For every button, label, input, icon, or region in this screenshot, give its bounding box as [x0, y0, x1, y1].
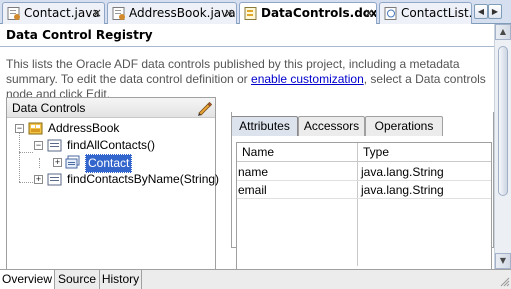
- java-file-icon: [112, 7, 125, 20]
- resize-grip-icon[interactable]: [500, 277, 510, 287]
- enable-customization-link[interactable]: enable customization: [251, 72, 364, 86]
- tab-label: Contact.java: [24, 6, 100, 20]
- cell-type: java.lang.String: [361, 165, 444, 179]
- table-row[interactable]: name java.lang.String: [237, 163, 491, 181]
- tree-item-findallcontacts[interactable]: − findAllContacts(): [7, 137, 215, 154]
- tab-label: AddressBook.java: [129, 6, 236, 20]
- collapse-toggle[interactable]: −: [15, 124, 24, 133]
- page-title: Data Control Registry: [6, 28, 153, 42]
- tree-item-findcontactsbyname[interactable]: + findContactsByName(String): [7, 171, 219, 188]
- expand-toggle[interactable]: +: [34, 175, 43, 184]
- cell-type: java.lang.String: [361, 183, 444, 197]
- collapse-toggle[interactable]: −: [34, 141, 43, 150]
- tab-datacontrols-dcx[interactable]: DataControls.dcx ×: [239, 2, 377, 25]
- datacontrol-icon: [28, 122, 43, 135]
- dcx-file-icon: [244, 7, 257, 20]
- vertical-scrollbar[interactable]: ▲ ▼: [494, 24, 511, 269]
- tab-contact-java[interactable]: Contact.java ×: [2, 2, 105, 24]
- data-controls-panel: Data Controls − AddressBook − findAllCon…: [6, 97, 219, 272]
- java-file-icon: [7, 7, 20, 20]
- tab-source[interactable]: Source: [55, 270, 100, 289]
- column-header-name[interactable]: Name: [242, 145, 274, 159]
- tab-addressbook-java[interactable]: AddressBook.java ×: [107, 2, 237, 24]
- data-controls-header: Data Controls: [7, 98, 215, 118]
- expand-toggle[interactable]: +: [53, 158, 62, 167]
- page-file-icon: [384, 7, 397, 20]
- close-icon[interactable]: ×: [92, 3, 102, 23]
- scroll-down-button[interactable]: ▼: [495, 253, 511, 269]
- tree-item-label: findAllContacts(): [67, 138, 156, 152]
- tree-item-label: AddressBook: [48, 121, 120, 135]
- column-divider: [357, 143, 358, 266]
- method-icon: [47, 139, 62, 152]
- close-icon[interactable]: ×: [364, 3, 374, 23]
- editor-content: Data Control Registry This lists the Ora…: [0, 24, 494, 272]
- editor-tab-bar: Contact.java × AddressBook.java × DataCo…: [0, 0, 511, 25]
- table-header: Name Type: [237, 143, 491, 162]
- column-header-type[interactable]: Type: [363, 145, 389, 159]
- tab-overview[interactable]: Overview: [0, 270, 55, 289]
- tab-label: ContactList.: [401, 6, 472, 20]
- description-text: This lists the Oracle ADF data controls …: [6, 57, 492, 102]
- collection-icon: [65, 155, 80, 169]
- cell-name: name: [238, 165, 269, 179]
- data-controls-header-label: Data Controls: [12, 101, 86, 115]
- scroll-tabs-right-button[interactable]: ▶: [488, 4, 502, 19]
- title-divider: [0, 46, 494, 47]
- tree-item-label: findContactsByName(String): [67, 172, 220, 186]
- tab-history[interactable]: History: [100, 270, 142, 289]
- cell-name: email: [238, 183, 267, 197]
- bottom-tab-bar: Overview Source History: [0, 269, 511, 289]
- tab-label: DataControls.dcx: [261, 6, 377, 20]
- scroll-thumb[interactable]: [498, 46, 508, 196]
- close-icon[interactable]: ×: [224, 3, 234, 23]
- method-icon: [47, 173, 62, 186]
- tree-item-addressbook[interactable]: − AddressBook: [7, 120, 215, 137]
- edit-pencil-icon[interactable]: [196, 100, 212, 116]
- table-row[interactable]: email java.lang.String: [237, 181, 491, 199]
- attributes-table: Name Type name java.lang.String email ja…: [236, 142, 492, 272]
- tree-item-contact[interactable]: + Contact: [7, 154, 215, 173]
- tab-contactlist[interactable]: ContactList.: [379, 2, 472, 24]
- scroll-up-button[interactable]: ▲: [495, 24, 511, 40]
- scroll-tabs-left-button[interactable]: ◀: [474, 4, 488, 19]
